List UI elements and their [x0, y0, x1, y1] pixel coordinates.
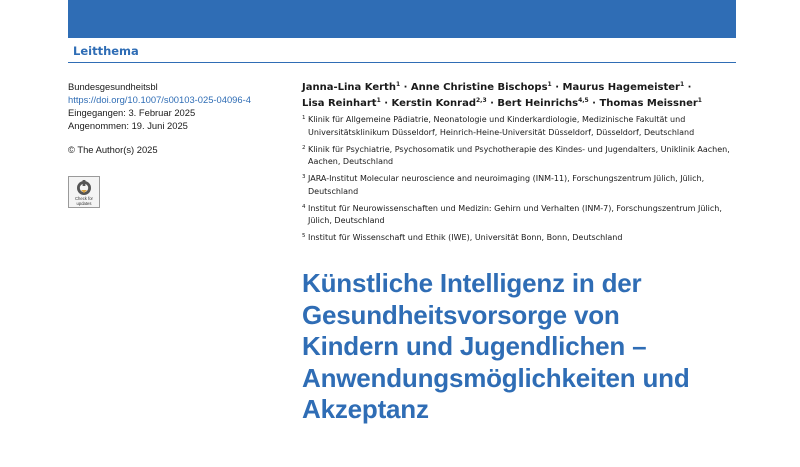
author-affiliation: 1 — [679, 81, 685, 88]
title-line: Künstliche Intelligenz in der — [302, 268, 642, 298]
affiliation-text: Klinik für Allgemeine Pädiatrie, Neonato… — [308, 115, 695, 137]
article-meta: Bundesgesundheitsbl https://doi.org/10.1… — [68, 80, 288, 156]
section-label: Leitthema — [73, 44, 139, 58]
journal-name: Bundesgesundheitsbl — [68, 81, 158, 92]
accepted-date: Angenommen: 19. Juni 2025 — [68, 120, 188, 131]
author-affiliation: 1 — [395, 81, 401, 88]
author-affiliation: 1 — [376, 97, 381, 104]
title-line: Gesundheitsvorsorge von — [302, 299, 620, 330]
article-title: Künstliche Intelligenz in der Gesundheit… — [302, 268, 772, 426]
affiliation-text: Institut für Neurowissenschaften und Med… — [308, 203, 722, 226]
affiliation-text: JARA-Institut Molecular neuroscience and… — [308, 174, 705, 196]
author-name: Anne Christine Bischops — [410, 82, 548, 93]
author-list: Janna-Lina Kerth1 · Anne Christine Bisch… — [302, 81, 702, 110]
author-name: Janna-Lina Kerth — [302, 82, 396, 93]
received-date: Eingegangen: 3. Februar 2025 — [68, 107, 196, 118]
section-divider — [68, 62, 736, 63]
author-name: Maurus Hagemeister — [562, 82, 680, 93]
author-name: Bert Heinrichs — [497, 98, 579, 109]
author-affiliation: 2,3 — [476, 97, 487, 104]
author-affiliation: 1 — [547, 81, 552, 88]
affiliation-list: 1 Klinik für Allgemeine Pädiatrie, Neona… — [302, 114, 742, 249]
affiliation-item: 4 Institut für Neurowissenschaften und M… — [302, 203, 742, 228]
affiliation-text: Institut für Wissenschaft und Ethik (IWE… — [308, 233, 623, 242]
author-name: Thomas Meissner — [599, 98, 698, 109]
author-affiliation: 1 — [697, 97, 702, 104]
check-for-updates-icon — [77, 180, 91, 195]
affiliation-item: 1 Klinik für Allgemeine Pädiatrie, Neona… — [302, 114, 742, 139]
check-for-updates-badge[interactable]: Check for updates — [68, 176, 100, 208]
author-name: Kerstin Konrad — [391, 98, 476, 109]
affiliation-text: Klinik für Psychiatrie, Psychosomatik un… — [308, 144, 730, 167]
title-line: Anwendungsmöglichkeiten und — [302, 362, 690, 393]
check-for-updates-label: Check for updates — [75, 196, 93, 206]
author-affiliation: 4,5 — [578, 97, 589, 104]
copyright-notice: © The Author(s) 2025 — [68, 144, 158, 155]
affiliation-item: 3 JARA-Institut Molecular neuroscience a… — [302, 173, 742, 198]
affiliation-item: 2 Klinik für Psychiatrie, Psychosomatik … — [302, 144, 742, 169]
title-line: Akzeptanz — [302, 394, 429, 424]
affiliation-item: 5 Institut für Wissenschaft und Ethik (I… — [302, 232, 742, 245]
header-band — [68, 0, 736, 38]
author-name: Lisa Reinhart — [302, 98, 377, 109]
doi-link[interactable]: https://doi.org/10.1007/s00103-025-04096… — [68, 93, 288, 106]
title-line: Kindern und Jugendlichen – — [302, 331, 647, 361]
